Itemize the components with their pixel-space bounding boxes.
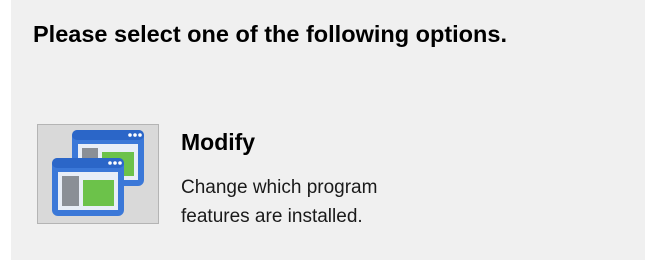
- modify-option[interactable]: Modify Change which program features are…: [35, 121, 455, 231]
- modify-windows-icon: [52, 130, 144, 216]
- page-heading: Please select one of the following optio…: [33, 21, 507, 47]
- option-description: Change which program features are instal…: [181, 177, 378, 227]
- modify-button[interactable]: [37, 124, 159, 224]
- option-title: Modify: [181, 129, 256, 155]
- options-panel: Please select one of the following optio…: [11, 0, 645, 260]
